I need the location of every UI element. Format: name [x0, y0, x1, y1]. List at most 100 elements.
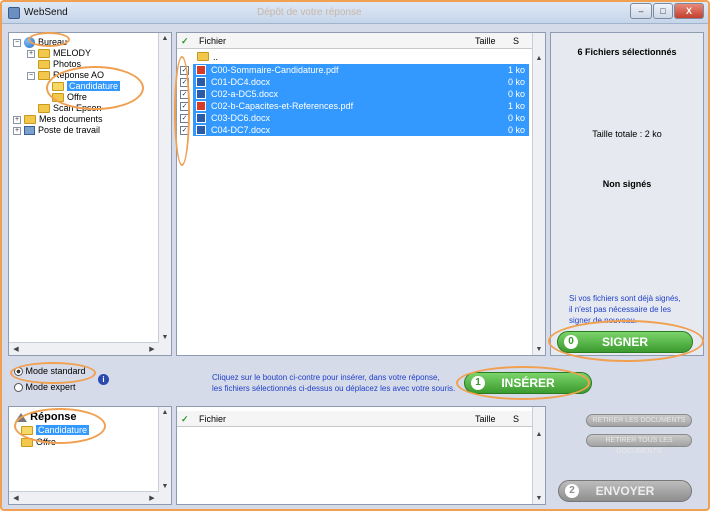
files-vertical-scrollbar[interactable]: ▲ ▼: [532, 33, 545, 355]
scroll-down-icon[interactable]: ▼: [533, 495, 545, 502]
tree-item[interactable]: Candidature: [41, 81, 121, 92]
scroll-up-icon[interactable]: ▲: [159, 35, 171, 42]
file-row-highlight: C02-a-DC5.docx 0 ko: [193, 88, 529, 100]
file-checkbox[interactable]: ✓: [180, 102, 189, 111]
insert-instructions: Cliquez sur le bouton ci-contre pour ins…: [212, 372, 472, 394]
column-taille[interactable]: Taille: [475, 411, 496, 427]
expand-icon[interactable]: +: [27, 49, 35, 58]
word-file-icon: [196, 89, 206, 99]
collapse-icon[interactable]: −: [13, 38, 21, 47]
file-checkbox[interactable]: ✓: [180, 66, 189, 75]
file-row[interactable]: ✓ C04-DC7.docx 0 ko: [177, 124, 533, 136]
file-row[interactable]: ✓ C01-DC4.docx 0 ko: [177, 76, 533, 88]
total-size: Taille totale : 2 ko: [592, 129, 662, 139]
tree-item[interactable]: − Reponse AO: [27, 70, 104, 81]
file-list-panel[interactable]: ✓ Fichier Taille S .. ✓ C00-Sommaire-Cand…: [176, 32, 546, 356]
file-checkbox[interactable]: ✓: [180, 90, 189, 99]
file-checkbox[interactable]: ✓: [180, 78, 189, 87]
file-row[interactable]: ✓ C02-b-Capacites-et-References.pdf 1 ko: [177, 100, 533, 112]
file-checkbox[interactable]: ✓: [180, 114, 189, 123]
response-folder-label: Candidature: [36, 425, 90, 435]
pdf-file-icon: [196, 101, 206, 111]
file-checkbox[interactable]: ✓: [180, 126, 189, 135]
websend-window: WebSend Dépôt de votre réponse – □ X − Bu…: [0, 0, 710, 511]
column-fichier[interactable]: Fichier: [199, 411, 226, 427]
radio-unselected-icon[interactable]: [14, 383, 23, 393]
sign-button[interactable]: 0 SIGNER: [557, 331, 693, 353]
scroll-up-icon[interactable]: ▲: [159, 409, 171, 416]
column-fichier[interactable]: Fichier: [199, 33, 226, 49]
file-size: 0 ko: [507, 89, 525, 99]
file-row[interactable]: ✓ C00-Sommaire-Candidature.pdf 1 ko: [177, 64, 533, 76]
scroll-up-icon[interactable]: ▲: [533, 431, 545, 438]
tree-item-label: Candidature: [67, 81, 121, 91]
minimize-button[interactable]: –: [630, 3, 652, 19]
tree-item[interactable]: − Bureau: [13, 37, 67, 49]
response-root-label: Réponse: [30, 411, 77, 423]
tree-item[interactable]: Photos: [27, 59, 81, 70]
response-home-icon: [15, 412, 27, 422]
response-folder-offre[interactable]: Offre: [21, 437, 56, 448]
selection-info-panel: 6 Fichiers sélectionnés Taille totale : …: [550, 32, 704, 356]
scroll-down-icon[interactable]: ▼: [533, 346, 545, 353]
column-taille[interactable]: Taille: [475, 33, 496, 49]
column-signed[interactable]: S: [513, 411, 519, 427]
send-button[interactable]: 2 ENVOYER: [558, 480, 692, 502]
tree-item-label: Scan Epson: [53, 103, 102, 113]
note-line: il n'est pas nécessaire de les: [569, 305, 672, 314]
folder-tree-panel[interactable]: − Bureau + MELODY Photos − Reponse AO Candidatu…: [8, 32, 172, 356]
response-files-vertical-scrollbar[interactable]: ▲ ▼: [532, 407, 545, 504]
remove-all-documents-button[interactable]: RETIRER TOUS LES DOCUMENTS: [586, 434, 692, 455]
open-folder-icon: [52, 82, 64, 92]
file-name: C02-b-Capacites-et-References.pdf: [211, 101, 354, 111]
tree-item[interactable]: Scan Epson: [27, 103, 102, 114]
radio-selected-icon[interactable]: [14, 367, 23, 377]
file-name: C02-a-DC5.docx: [211, 89, 279, 99]
mode-standard-option[interactable]: Mode standard: [14, 366, 86, 377]
signing-note: Si vos fichiers sont déjà signés, il n'e…: [569, 293, 699, 326]
scroll-right-icon[interactable]: ▶: [146, 494, 158, 502]
parent-folder-row[interactable]: ..: [177, 51, 533, 63]
expand-icon[interactable]: +: [13, 126, 21, 135]
file-name: C03-DC6.docx: [211, 113, 271, 123]
scroll-down-icon[interactable]: ▼: [159, 334, 171, 341]
maximize-button[interactable]: □: [653, 3, 673, 19]
title-bar: WebSend Dépôt de votre réponse – □ X: [2, 2, 708, 24]
scroll-down-icon[interactable]: ▼: [159, 483, 171, 490]
pdf-file-icon: [196, 65, 206, 75]
scroll-right-icon[interactable]: ▶: [146, 345, 158, 353]
tree-item-label: Mes documents: [39, 114, 103, 124]
column-signed[interactable]: S: [513, 33, 519, 49]
tree-horizontal-scrollbar[interactable]: ◀ ▶: [9, 342, 159, 355]
close-button[interactable]: X: [674, 3, 704, 19]
tree-item[interactable]: Offre: [41, 92, 87, 103]
response-root[interactable]: Réponse: [15, 411, 77, 423]
scroll-left-icon[interactable]: ◀: [10, 494, 22, 502]
response-folder-candidature[interactable]: Candidature: [21, 425, 90, 436]
tree-item[interactable]: + Mes documents: [13, 114, 103, 125]
collapse-icon[interactable]: −: [27, 71, 35, 80]
response-tree-panel[interactable]: Réponse Candidature Offre ▲ ▼ ◀ ▶: [8, 406, 172, 505]
folder-icon: [21, 438, 33, 448]
info-icon[interactable]: i: [98, 374, 109, 385]
scroll-up-icon[interactable]: ▲: [533, 55, 545, 62]
response-tree-horizontal-scrollbar[interactable]: ◀ ▶: [9, 491, 159, 504]
expand-icon[interactable]: +: [13, 115, 21, 124]
mode-expert-option[interactable]: Mode expert: [14, 382, 76, 393]
scroll-left-icon[interactable]: ◀: [10, 345, 22, 353]
tree-item[interactable]: + Poste de travail: [13, 125, 100, 136]
remove-documents-button[interactable]: RETIRER LES DOCUMENTS: [586, 414, 692, 427]
response-file-list-panel[interactable]: ✓ Fichier Taille S ▲ ▼: [176, 406, 546, 505]
tree-item[interactable]: + MELODY: [27, 48, 91, 59]
tree-item-label: Offre: [67, 92, 87, 102]
folder-icon: [52, 93, 64, 103]
select-all-check-icon[interactable]: ✓: [181, 411, 189, 427]
folder-icon: [24, 115, 36, 125]
select-all-check-icon[interactable]: ✓: [181, 33, 189, 49]
file-size: 0 ko: [507, 113, 525, 123]
file-row[interactable]: ✓ C03-DC6.docx 0 ko: [177, 112, 533, 124]
tree-vertical-scrollbar[interactable]: ▲ ▼: [158, 33, 171, 355]
insert-button[interactable]: 1 INSÉRER: [464, 372, 592, 394]
response-tree-vertical-scrollbar[interactable]: ▲ ▼: [158, 407, 171, 504]
file-row[interactable]: ✓ C02-a-DC5.docx 0 ko: [177, 88, 533, 100]
